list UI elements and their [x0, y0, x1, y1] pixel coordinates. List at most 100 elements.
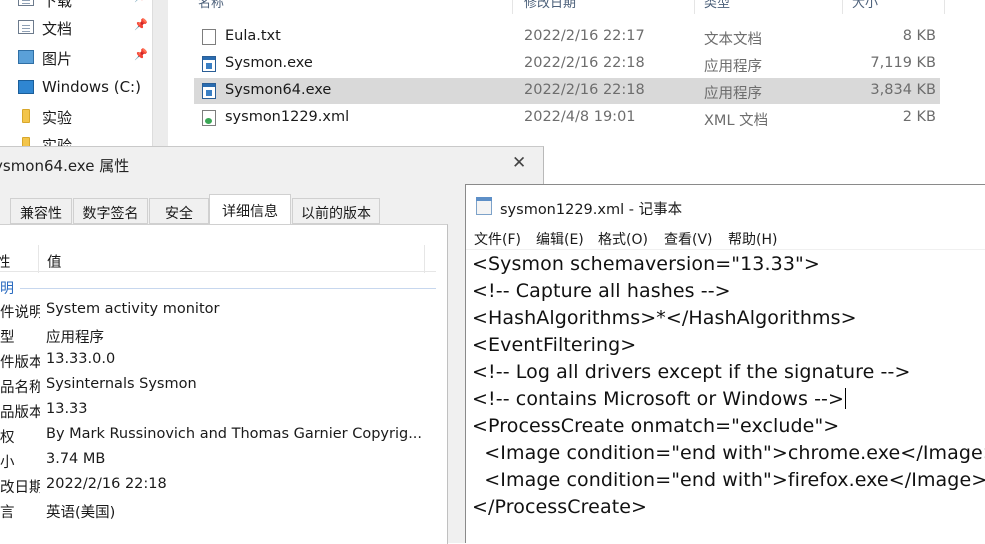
text-line-with-caret: <!-- contains Microsoft or Windows -->: [472, 388, 847, 410]
file-type: 文本文档: [704, 32, 762, 48]
file-row[interactable]: Eula.txt 2022/2/16 22:17 文本文档 8 KB: [194, 24, 940, 50]
nav-item-label: 实验: [42, 109, 73, 127]
property-key: 言: [0, 505, 15, 521]
file-row-selected[interactable]: Sysmon64.exe 2022/2/16 22:18 应用程序 3,834 …: [194, 78, 940, 104]
details-panel: 性 值 明 件说明 System activity monitor 型 应用程序…: [0, 224, 448, 544]
property-value[interactable]: 应用程序: [46, 326, 104, 347]
file-date: 2022/2/16 22:18: [524, 55, 645, 71]
file-list: 名称 修改日期 类型 大小 Eula.txt 2022/2/16 22:17 文…: [168, 0, 985, 150]
property-key: 型: [0, 330, 15, 346]
property-key: 权: [0, 430, 15, 446]
text-file-icon: [202, 29, 216, 45]
xml-file-icon: [202, 110, 216, 126]
column-separator[interactable]: [842, 0, 843, 14]
file-type: 应用程序: [704, 59, 762, 75]
property-key: 改日期: [0, 480, 40, 496]
property-key: 件说明: [0, 305, 40, 321]
column-separator[interactable]: [944, 0, 945, 14]
section-divider: [20, 288, 436, 289]
notepad-window: sysmon1229.xml - 记事本 文件(F) 编辑(E) 格式(O) 查…: [465, 184, 985, 543]
menu-edit[interactable]: 编辑(E): [536, 229, 584, 249]
file-name: Eula.txt: [225, 28, 281, 44]
file-name: Sysmon.exe: [225, 55, 313, 71]
picture-icon: [18, 50, 34, 64]
property-value[interactable]: 13.33: [46, 401, 88, 417]
navigation-pane: 下载 📌 文档 📌 图片 📌 Windows (C:) 实验 实验: [0, 0, 152, 155]
tab-previous-versions[interactable]: 以前的版本: [292, 198, 380, 224]
menu-divider: [466, 249, 985, 250]
file-date: 2022/2/16 22:18: [524, 82, 645, 98]
nav-item-label: 图片: [42, 50, 73, 68]
menu-help[interactable]: 帮助(H): [728, 229, 777, 249]
column-header-value[interactable]: 值: [47, 251, 62, 272]
dialog-title: ysmon64.exe 属性: [0, 157, 130, 175]
text-line: <Sysmon schemaversion="13.33">: [472, 253, 820, 275]
column-header-property[interactable]: 性: [0, 251, 11, 272]
nav-item-documents[interactable]: 文档 📌: [0, 14, 150, 42]
property-key: 件版本: [0, 355, 40, 371]
pin-icon[interactable]: 📌: [134, 48, 148, 61]
file-row[interactable]: Sysmon.exe 2022/2/16 22:18 应用程序 7,119 KB: [194, 51, 940, 77]
section-label-description: 明: [0, 281, 14, 297]
document-icon: [18, 20, 34, 34]
drive-icon: [18, 80, 34, 94]
pin-icon[interactable]: 📌: [134, 0, 148, 3]
menu-view[interactable]: 查看(V): [664, 229, 713, 249]
column-separator[interactable]: [424, 245, 425, 273]
property-key: 品名称: [0, 380, 40, 396]
tab-details[interactable]: 详细信息: [209, 194, 291, 225]
text-line: <Image condition="end with">firefox.exe<…: [472, 469, 985, 491]
text-caret: [845, 388, 847, 409]
folder-icon: [22, 109, 30, 123]
column-separator[interactable]: [512, 0, 513, 14]
property-value[interactable]: Sysinternals Sysmon: [46, 376, 197, 392]
nav-item-label: 下载: [42, 0, 73, 10]
property-value[interactable]: 英语(美国): [46, 501, 115, 522]
menu-file[interactable]: 文件(F): [474, 229, 521, 249]
property-value[interactable]: By Mark Russinovich and Thomas Garnier C…: [46, 426, 422, 442]
tab-digital-signatures[interactable]: 数字签名: [73, 198, 148, 224]
file-name: Sysmon64.exe: [225, 82, 332, 98]
property-value[interactable]: 13.33.0.0: [46, 351, 115, 367]
column-header-size[interactable]: 大小: [852, 0, 878, 14]
text-line: <!-- contains Microsoft or Windows -->: [472, 388, 845, 410]
close-icon[interactable]: ✕: [512, 153, 526, 173]
file-row[interactable]: sysmon1229.xml 2022/4/8 19:01 XML 文档 2 K…: [194, 105, 940, 131]
property-key: 品版本: [0, 405, 40, 421]
text-line: <EventFiltering>: [472, 334, 637, 356]
file-type: 应用程序: [704, 86, 762, 102]
header-divider: [0, 271, 436, 272]
menu-format[interactable]: 格式(O): [598, 229, 648, 249]
text-line: <!-- Capture all hashes -->: [472, 280, 731, 302]
window-title: sysmon1229.xml - 记事本: [500, 202, 683, 218]
column-header-name[interactable]: 名称: [198, 0, 224, 14]
property-key: 小: [0, 455, 15, 471]
pin-icon[interactable]: 📌: [134, 18, 148, 31]
file-size: 3,834 KB: [870, 82, 936, 98]
file-size: 7,119 KB: [870, 55, 936, 71]
property-value[interactable]: 2022/2/16 22:18: [46, 476, 167, 492]
column-separator[interactable]: [694, 0, 695, 14]
column-header-type[interactable]: 类型: [704, 0, 730, 14]
column-separator[interactable]: [38, 245, 39, 273]
file-name: sysmon1229.xml: [225, 109, 350, 125]
text-line: <Image condition="end with">chrome.exe</…: [472, 442, 985, 464]
nav-item-label: Windows (C:): [42, 78, 141, 96]
nav-item-downloads[interactable]: 下载 📌: [0, 0, 150, 14]
exe-file-icon: [202, 56, 216, 72]
file-date: 2022/4/8 19:01: [524, 109, 636, 125]
nav-item-experiment[interactable]: 实验: [0, 103, 150, 131]
tab-compatibility[interactable]: 兼容性: [10, 198, 72, 224]
file-date: 2022/2/16 22:17: [524, 28, 645, 44]
property-value[interactable]: 3.74 MB: [46, 451, 105, 467]
property-value[interactable]: System activity monitor: [46, 301, 219, 317]
text-line: <!-- Log all drivers except if the signa…: [472, 361, 911, 383]
exe-file-icon: [202, 83, 216, 99]
column-header-date[interactable]: 修改日期: [524, 0, 576, 14]
tab-security[interactable]: 安全: [149, 198, 209, 224]
download-icon: [18, 0, 34, 6]
navigation-scrollbar[interactable]: [152, 0, 169, 150]
file-type: XML 文档: [704, 113, 769, 129]
nav-item-pictures[interactable]: 图片 📌: [0, 44, 150, 72]
nav-item-drive-c[interactable]: Windows (C:): [0, 74, 150, 102]
